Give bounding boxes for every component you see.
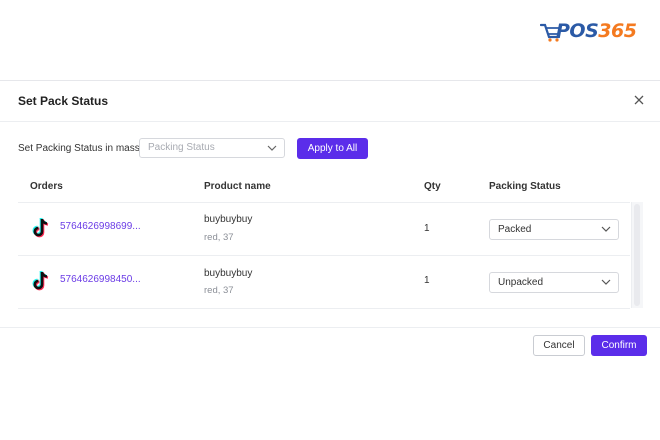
row-divider bbox=[18, 255, 630, 256]
order-id-link[interactable]: 5764626998450... bbox=[60, 274, 141, 285]
table-scrollbar[interactable] bbox=[631, 202, 643, 308]
packing-status-select[interactable]: Packed bbox=[489, 219, 619, 240]
packing-status-value: Packed bbox=[498, 224, 532, 235]
set-pack-status-dialog: Set Pack Status Set Packing Status in ma… bbox=[0, 80, 660, 369]
tiktok-icon bbox=[32, 270, 49, 291]
pos365-logo: POS365 bbox=[540, 18, 637, 44]
product-variant: red, 37 bbox=[204, 232, 234, 243]
logo-text: POS365 bbox=[556, 18, 637, 44]
tiktok-icon bbox=[32, 217, 49, 238]
product-name: buybuybuy bbox=[204, 268, 253, 279]
product-name: buybuybuy bbox=[204, 214, 253, 225]
scrollbar-thumb[interactable] bbox=[634, 204, 640, 306]
quantity-value: 1 bbox=[424, 223, 430, 234]
logo-part-pos: POS bbox=[556, 20, 599, 42]
column-header-status: Packing Status bbox=[489, 181, 561, 192]
close-icon[interactable] bbox=[632, 93, 646, 107]
dialog-title: Set Pack Status bbox=[18, 94, 109, 108]
quantity-value: 1 bbox=[424, 275, 430, 286]
column-header-orders: Orders bbox=[30, 181, 63, 192]
column-header-product: Product name bbox=[204, 181, 271, 192]
chevron-down-icon bbox=[601, 279, 611, 285]
logo-part-365: 365 bbox=[598, 20, 637, 42]
mass-status-label: Set Packing Status in mass : bbox=[18, 143, 146, 154]
mass-select-placeholder: Packing Status bbox=[148, 142, 215, 153]
row-divider bbox=[18, 308, 630, 309]
packing-status-select[interactable]: Unpacked bbox=[489, 272, 619, 293]
mass-packing-status-select[interactable]: Packing Status bbox=[139, 138, 285, 158]
cancel-button[interactable]: Cancel bbox=[533, 335, 585, 356]
order-id-link[interactable]: 5764626998699... bbox=[60, 221, 141, 232]
confirm-button[interactable]: Confirm bbox=[591, 335, 647, 356]
column-header-qty: Qty bbox=[424, 181, 441, 192]
chevron-down-icon bbox=[601, 226, 611, 232]
apply-to-all-button[interactable]: Apply to All bbox=[297, 138, 368, 159]
packing-status-value: Unpacked bbox=[498, 277, 544, 288]
chevron-down-icon bbox=[267, 145, 277, 151]
footer-divider bbox=[0, 327, 660, 328]
header-divider bbox=[0, 121, 660, 122]
header-row-divider bbox=[18, 202, 630, 203]
product-variant: red, 37 bbox=[204, 285, 234, 296]
